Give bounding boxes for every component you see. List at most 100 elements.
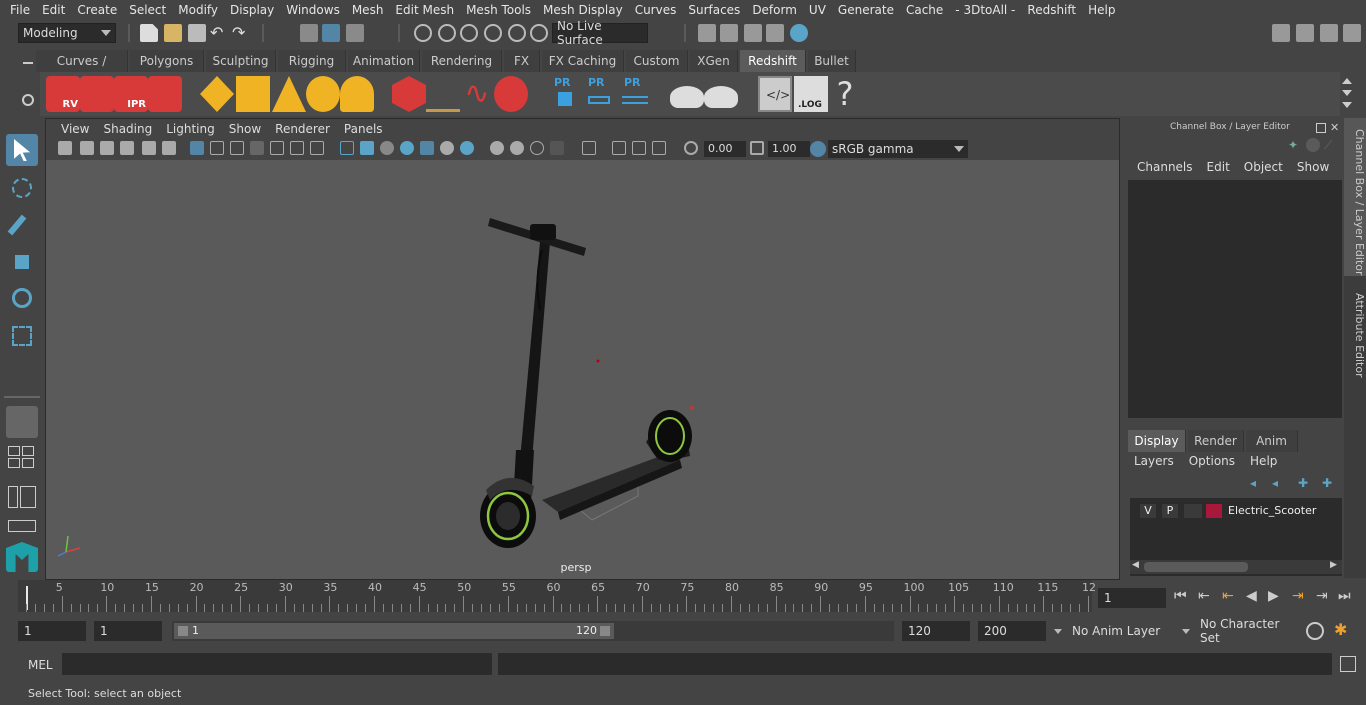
redshift-sun-light-button[interactable] xyxy=(340,76,374,112)
layer-display-type-toggle[interactable] xyxy=(1184,504,1202,518)
menu-create[interactable]: Create xyxy=(71,3,123,17)
default-material-icon[interactable] xyxy=(380,141,394,155)
new-layer-icon[interactable]: ✚ xyxy=(1298,476,1308,490)
chevron-up-icon[interactable] xyxy=(1342,78,1352,84)
channel-menu-object[interactable]: Object xyxy=(1237,160,1290,176)
select-tool-button[interactable] xyxy=(6,134,38,166)
command-input[interactable] xyxy=(62,653,492,675)
snap-view-plane-icon[interactable] xyxy=(508,24,526,42)
step-back-frame-icon[interactable]: ⇤ xyxy=(1222,588,1234,604)
viewport-menu-view[interactable]: View xyxy=(54,122,96,136)
layer-tab-anim[interactable]: Anim xyxy=(1246,430,1298,452)
step-forward-frame-icon[interactable]: ⇥ xyxy=(1292,588,1304,604)
snap-projected-center-icon[interactable] xyxy=(484,24,502,42)
tab-sculpting[interactable]: Sculpting xyxy=(206,50,276,72)
redshift-curve-button[interactable]: ∿ xyxy=(460,76,494,112)
lasso-tool-button[interactable] xyxy=(6,172,38,204)
transform-icon[interactable]: ✦ xyxy=(1288,138,1302,152)
select-by-hierarchy-icon[interactable] xyxy=(300,24,318,42)
tab-rigging[interactable]: Rigging xyxy=(278,50,346,72)
range-end-grip[interactable] xyxy=(600,626,610,636)
grid-icon[interactable] xyxy=(190,141,204,155)
redshift-sphere-button[interactable] xyxy=(494,76,528,112)
exposure-field[interactable]: 0.00 xyxy=(704,141,746,157)
ipr-render-icon[interactable] xyxy=(744,24,762,42)
xray-icon[interactable] xyxy=(612,141,626,155)
chevron-right-icon[interactable]: ▶ xyxy=(1330,560,1337,570)
redshift-dome-light-button[interactable] xyxy=(306,76,340,112)
shelf-scroll[interactable] xyxy=(1342,78,1352,110)
gear-icon[interactable] xyxy=(22,94,34,106)
outliner-layout-button[interactable] xyxy=(6,482,38,514)
render-current-frame-icon[interactable] xyxy=(720,24,738,42)
anim-layer-dropdown[interactable]: No Anim Layer xyxy=(1050,621,1176,641)
menu-cache[interactable]: Cache xyxy=(900,3,949,17)
redo-icon[interactable]: ↷ xyxy=(232,24,250,42)
workspace-icon[interactable] xyxy=(1272,24,1290,42)
new-scene-icon[interactable] xyxy=(140,24,158,42)
layer-color-swatch[interactable] xyxy=(1206,504,1222,518)
menu-surfaces[interactable]: Surfaces xyxy=(682,3,746,17)
redshift-script-button[interactable]: </> xyxy=(758,76,792,112)
chevron-left-icon[interactable]: ◀ xyxy=(1132,560,1139,570)
xray-active-icon[interactable] xyxy=(632,141,646,155)
anti-aliasing-icon[interactable] xyxy=(530,141,544,155)
paint-select-tool-button[interactable] xyxy=(6,208,38,240)
new-layer-selected-icon[interactable]: ✚ xyxy=(1322,476,1332,490)
tab-polygons[interactable]: Polygons xyxy=(130,50,204,72)
camera-attributes-icon[interactable] xyxy=(80,141,94,155)
layer-menu-layers[interactable]: Layers xyxy=(1134,454,1181,470)
layer-name[interactable]: Electric_Scooter xyxy=(1228,504,1316,517)
menu-display[interactable]: Display xyxy=(224,3,280,17)
redshift-proxy-button[interactable] xyxy=(392,76,426,112)
layer-row[interactable]: V P Electric_Scooter xyxy=(1134,502,1338,520)
move-tool-button[interactable] xyxy=(6,246,38,278)
menu-windows[interactable]: Windows xyxy=(280,3,346,17)
depth-of-field-icon[interactable] xyxy=(550,141,564,155)
redshift-pr-import-button[interactable]: PR xyxy=(582,76,616,112)
grease-pencil-icon[interactable] xyxy=(162,141,176,155)
menu-3dtoall[interactable]: - 3DtoAll - xyxy=(949,3,1021,17)
exposure-icon[interactable] xyxy=(684,141,698,155)
redshift-spot-light-button[interactable] xyxy=(272,76,306,112)
menu-curves[interactable]: Curves xyxy=(629,3,683,17)
colorspace-dropdown[interactable]: sRGB gamma xyxy=(828,140,968,158)
four-view-layout-button[interactable] xyxy=(6,444,38,472)
sphere-icon[interactable] xyxy=(1306,138,1320,152)
lights-icon[interactable] xyxy=(440,141,454,155)
layer-menu-help[interactable]: Help xyxy=(1250,454,1284,470)
snap-point-icon[interactable] xyxy=(460,24,478,42)
tab-curves-surfaces[interactable]: Curves / Surfaces xyxy=(36,50,128,90)
redshift-ipr-button[interactable]: IPR xyxy=(114,76,148,112)
field-chart-icon[interactable] xyxy=(270,141,284,155)
hypershade-icon[interactable] xyxy=(790,24,808,42)
current-frame-field[interactable]: 1 xyxy=(1098,588,1166,608)
menu-help[interactable]: Help xyxy=(1082,3,1121,17)
redshift-portal-light-button[interactable] xyxy=(236,76,270,112)
make-live-icon[interactable] xyxy=(530,24,548,42)
film-gate-icon[interactable] xyxy=(210,141,224,155)
toggle-panel-icon[interactable] xyxy=(1296,24,1314,42)
bookmark-icon[interactable] xyxy=(100,141,114,155)
channel-menu-edit[interactable]: Edit xyxy=(1200,160,1237,176)
tab-custom[interactable]: Custom xyxy=(626,50,688,72)
open-scene-icon[interactable] xyxy=(164,24,182,42)
mode-selector[interactable]: Modeling xyxy=(18,23,116,43)
tab-bullet[interactable]: Bullet xyxy=(808,50,856,72)
tab-rendering[interactable]: Rendering xyxy=(422,50,502,72)
color-management-icon[interactable] xyxy=(810,141,826,157)
scale-tool-button[interactable] xyxy=(6,320,38,352)
channel-box-toggle-icon[interactable] xyxy=(1343,24,1361,42)
redshift-render-view-button[interactable]: RV xyxy=(46,76,80,112)
layer-visibility-toggle[interactable]: V xyxy=(1140,504,1156,518)
tab-channel-box[interactable]: Channel Box / Layer Editor xyxy=(1344,118,1366,276)
layer-tab-render[interactable]: Render xyxy=(1188,430,1244,452)
screen-space-ao-icon[interactable] xyxy=(490,141,504,155)
play-backwards-icon[interactable]: ◀ xyxy=(1246,588,1257,604)
undo-icon[interactable]: ↶ xyxy=(210,24,228,42)
redshift-pr-export-button[interactable]: PR xyxy=(548,76,582,112)
2d-pan-zoom-icon[interactable] xyxy=(142,141,156,155)
menu-select[interactable]: Select xyxy=(123,3,172,17)
attribute-icon[interactable]: ⟋ xyxy=(1324,138,1338,152)
rotate-tool-button[interactable] xyxy=(6,282,38,314)
